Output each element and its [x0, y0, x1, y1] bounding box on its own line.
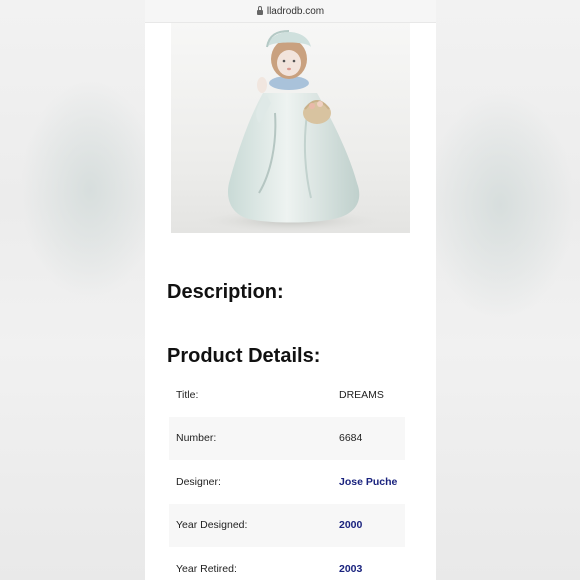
- description-heading: Description:: [167, 281, 284, 303]
- product-image[interactable]: [171, 23, 410, 233]
- details-label: Year Retired:: [176, 562, 237, 575]
- address-bar[interactable]: lladrodb.com: [145, 0, 436, 23]
- porcelain-figurine-icon: [196, 30, 386, 233]
- details-row-number: Number: 6684: [169, 416, 405, 460]
- blurred-background-left: [0, 0, 160, 580]
- lock-icon: [256, 5, 263, 15]
- details-value: 6684: [332, 416, 405, 460]
- phone-screen: lladrodb.com Description: Product Detail…: [145, 0, 436, 580]
- url-text: lladrodb.com: [266, 5, 325, 17]
- details-label: Year Designed:: [169, 503, 332, 547]
- year-retired-link[interactable]: 2003: [339, 563, 362, 575]
- blurred-background-right: [425, 0, 580, 580]
- details-row-year-designed: Year Designed: 2000: [169, 503, 405, 547]
- details-row-designer: Designer: Jose Puche: [169, 460, 405, 504]
- product-details-heading: Product Details:: [167, 345, 321, 367]
- details-label: Designer:: [176, 475, 221, 488]
- details-row-title: Title: DREAMS: [169, 373, 405, 417]
- details-row-year-retired: Year Retired: 2003: [169, 547, 405, 580]
- details-value: DREAMS: [339, 388, 384, 401]
- details-label: Title:: [176, 388, 199, 401]
- product-details-table: Title: DREAMS Number: 6684 Designer: Jos…: [169, 373, 405, 580]
- designer-link[interactable]: Jose Puche: [339, 476, 397, 488]
- details-label: Number:: [169, 416, 332, 460]
- year-designed-link[interactable]: 2000: [339, 519, 362, 531]
